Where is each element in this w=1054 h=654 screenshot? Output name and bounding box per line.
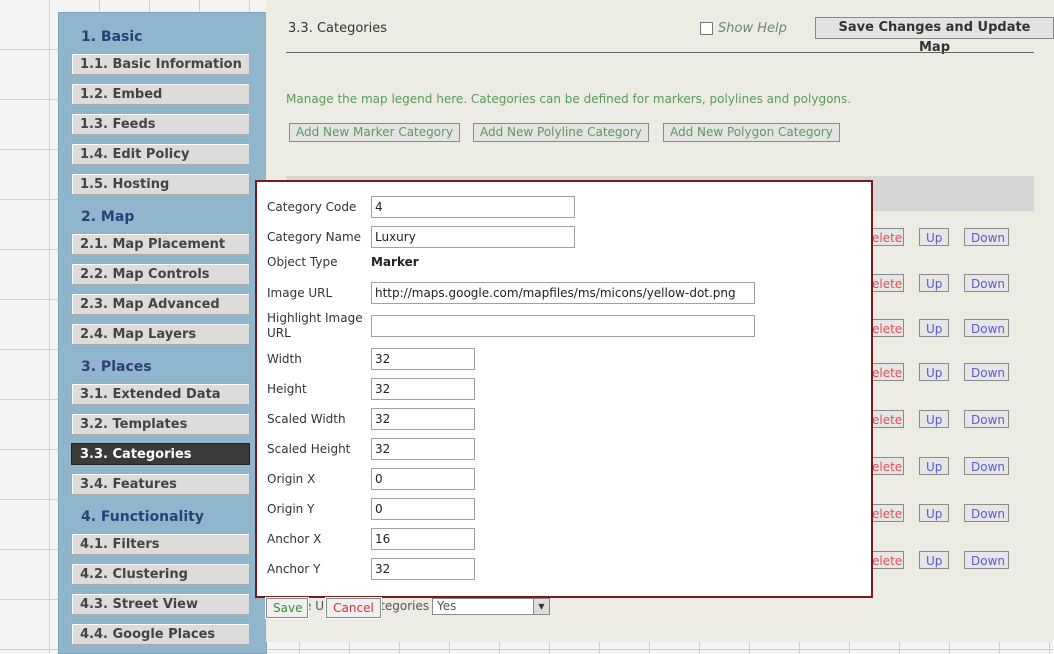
sidebar: 1. Basic 1.1. Basic Information 1.2. Emb… bbox=[58, 12, 267, 654]
nav-item-embed[interactable]: 1.2. Embed bbox=[71, 83, 250, 105]
category-code-input[interactable]: 4 bbox=[371, 196, 575, 218]
below-text-part-2: ategories bbox=[372, 599, 430, 613]
page-title: 3.3. Categories bbox=[288, 21, 388, 36]
up-button[interactable]: Up bbox=[919, 363, 949, 381]
nav-item-filters[interactable]: 4.1. Filters bbox=[71, 533, 250, 555]
show-help-label: Show Help bbox=[718, 21, 787, 36]
up-button[interactable]: Up bbox=[919, 319, 949, 337]
origin-y-label: Origin Y bbox=[267, 502, 315, 516]
add-polyline-category-button[interactable]: Add New Polyline Category bbox=[473, 123, 649, 142]
title-divider bbox=[286, 52, 1034, 53]
nav-item-map-advanced[interactable]: 2.3. Map Advanced bbox=[71, 293, 250, 315]
down-button[interactable]: Down bbox=[964, 410, 1009, 428]
nav-item-map-controls[interactable]: 2.2. Map Controls bbox=[71, 263, 250, 285]
category-code-label: Category Code bbox=[267, 200, 357, 214]
anchor-x-input[interactable]: 16 bbox=[371, 528, 475, 550]
add-polygon-category-button[interactable]: Add New Polygon Category bbox=[663, 123, 840, 142]
origin-y-input[interactable]: 0 bbox=[371, 498, 475, 520]
select-value: Yes bbox=[437, 599, 457, 613]
nav-item-map-layers[interactable]: 2.4. Map Layers bbox=[71, 323, 250, 345]
section-title-map: 2. Map bbox=[81, 209, 135, 225]
up-button[interactable]: Up bbox=[919, 274, 949, 292]
section-title-places: 3. Places bbox=[81, 359, 152, 375]
origin-x-label: Origin X bbox=[267, 472, 316, 486]
width-label: Width bbox=[267, 352, 302, 366]
object-type-value: Marker bbox=[371, 255, 419, 269]
nav-item-features[interactable]: 3.4. Features bbox=[71, 473, 250, 495]
manage-description: Manage the map legend here. Categories c… bbox=[286, 92, 852, 106]
height-input[interactable]: 32 bbox=[371, 378, 475, 400]
scaled-width-label: Scaled Width bbox=[267, 412, 346, 426]
origin-x-input[interactable]: 0 bbox=[371, 468, 475, 490]
nav-item-edit-policy[interactable]: 1.4. Edit Policy bbox=[71, 143, 250, 165]
up-button[interactable]: Up bbox=[919, 504, 949, 522]
highlight-image-url-label: Highlight Image URL bbox=[267, 311, 363, 340]
show-help-toggle[interactable]: Show Help bbox=[700, 21, 787, 36]
section-title-functionality: 4. Functionality bbox=[81, 509, 204, 525]
nav-item-feeds[interactable]: 1.3. Feeds bbox=[71, 113, 250, 135]
nav-item-map-placement[interactable]: 2.1. Map Placement bbox=[71, 233, 250, 255]
down-button[interactable]: Down bbox=[964, 504, 1009, 522]
yes-no-select[interactable]: Yes ▼ bbox=[432, 598, 550, 615]
down-button[interactable]: Down bbox=[964, 228, 1009, 246]
highlight-image-url-input[interactable] bbox=[371, 315, 755, 337]
add-marker-category-button[interactable]: Add New Marker Category bbox=[289, 123, 461, 142]
up-button[interactable]: Up bbox=[919, 457, 949, 475]
image-url-input[interactable]: http://maps.google.com/mapfiles/ms/micon… bbox=[371, 282, 755, 304]
down-button[interactable]: Down bbox=[964, 274, 1009, 292]
down-button[interactable]: Down bbox=[964, 551, 1009, 569]
object-type-label: Object Type bbox=[267, 255, 338, 269]
nav-item-categories[interactable]: 3.3. Categories bbox=[71, 443, 250, 465]
category-edit-dialog: Category Code 4 Category Name Luxury Obj… bbox=[255, 180, 873, 598]
scaled-width-input[interactable]: 32 bbox=[371, 408, 475, 430]
down-button[interactable]: Down bbox=[964, 319, 1009, 337]
nav-item-templates[interactable]: 3.2. Templates bbox=[71, 413, 250, 435]
anchor-y-input[interactable]: 32 bbox=[371, 558, 475, 580]
nav-item-street-view[interactable]: 4.3. Street View bbox=[71, 593, 250, 615]
down-button[interactable]: Down bbox=[964, 363, 1009, 381]
anchor-x-label: Anchor X bbox=[267, 532, 322, 546]
up-button[interactable]: Up bbox=[919, 551, 949, 569]
anchor-y-label: Anchor Y bbox=[267, 562, 321, 576]
save-and-update-map-button[interactable]: Save Changes and Update Map bbox=[815, 17, 1054, 55]
nav-item-extended-data[interactable]: 3.1. Extended Data bbox=[71, 383, 250, 405]
save-button[interactable]: Save bbox=[266, 598, 308, 618]
nav-item-hosting[interactable]: 1.5. Hosting bbox=[71, 173, 250, 195]
scaled-height-label: Scaled Height bbox=[267, 442, 351, 456]
up-button[interactable]: Up bbox=[919, 410, 949, 428]
section-title-basic: 1. Basic bbox=[81, 29, 143, 45]
category-name-input[interactable]: Luxury bbox=[371, 226, 575, 248]
image-url-label: Image URL bbox=[267, 286, 333, 300]
dropdown-arrow-icon[interactable]: ▼ bbox=[533, 599, 549, 614]
up-button[interactable]: Up bbox=[919, 228, 949, 246]
cancel-button[interactable]: Cancel bbox=[326, 598, 381, 618]
category-name-label: Category Name bbox=[267, 230, 362, 244]
nav-item-basic-information[interactable]: 1.1. Basic Information bbox=[71, 53, 250, 75]
down-button[interactable]: Down bbox=[964, 457, 1009, 475]
width-input[interactable]: 32 bbox=[371, 348, 475, 370]
nav-item-clustering[interactable]: 4.2. Clustering bbox=[71, 563, 250, 585]
height-label: Height bbox=[267, 382, 307, 396]
show-help-checkbox[interactable] bbox=[700, 22, 713, 35]
scaled-height-input[interactable]: 32 bbox=[371, 438, 475, 460]
